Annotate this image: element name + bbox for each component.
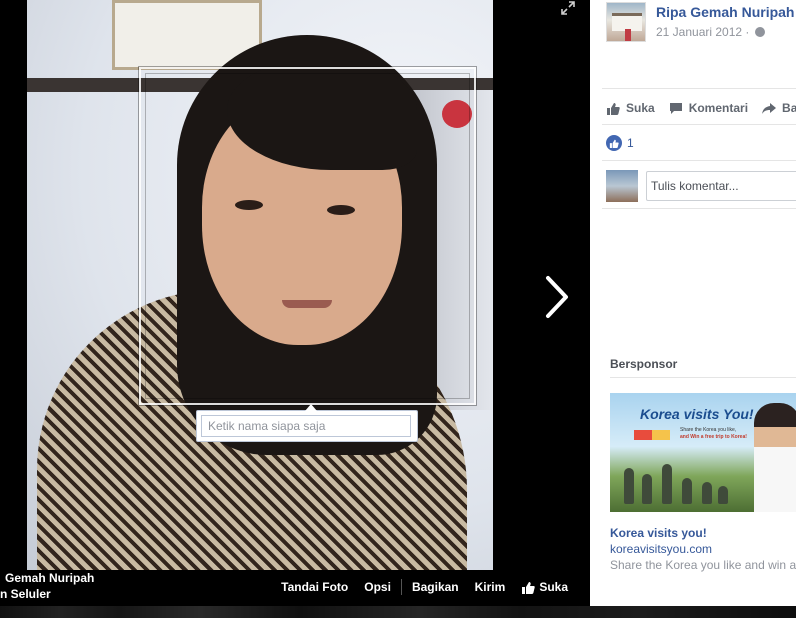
sponsored-heading: Bersponsor	[610, 357, 678, 371]
thumbs-up-icon	[607, 102, 620, 115]
ad-person	[754, 403, 796, 512]
ad-image[interactable]: Korea visits You! Share the Korea you li…	[610, 393, 796, 512]
ad-stone-statue	[662, 464, 672, 504]
share-button[interactable]: Bagikan	[404, 580, 467, 594]
post-date-text[interactable]: 21 Januari 2012 ·	[656, 25, 749, 39]
post-share-label: Ba	[782, 101, 796, 115]
comment-input[interactable]	[646, 171, 796, 201]
viewer-avatar[interactable]	[606, 170, 638, 202]
divider	[610, 377, 796, 378]
photo-stage: Gemah Nuripah n Seluler Tandai Foto Opsi…	[0, 0, 590, 606]
post-comment-label: Komentari	[688, 101, 749, 115]
divider	[602, 124, 796, 125]
like-count: 1	[627, 136, 634, 150]
ad-image-flags	[634, 430, 670, 440]
avatar-figure	[625, 29, 631, 41]
like-summary[interactable]: 1	[606, 135, 634, 151]
like-reaction-icon	[606, 135, 622, 151]
tag-name-input[interactable]	[201, 415, 411, 437]
post-like-button[interactable]: Suka	[606, 101, 655, 115]
globe-icon	[754, 27, 765, 37]
like-button[interactable]: Suka	[513, 580, 576, 594]
face-tag-box[interactable]	[139, 67, 476, 405]
send-button[interactable]: Kirim	[467, 580, 514, 594]
ad-image-line2: and Win a free trip to Korea!	[680, 434, 747, 440]
author-avatar[interactable]	[606, 2, 646, 42]
post-date: 21 Januari 2012 ·	[656, 25, 765, 39]
ad-stone-statue	[624, 468, 634, 504]
divider	[602, 88, 796, 89]
post-action-row: Suka Komentari Ba	[606, 101, 796, 115]
ad-image-headline: Korea visits You!	[640, 406, 754, 422]
next-photo-arrow-icon[interactable]	[540, 272, 574, 322]
tag-popup	[196, 404, 418, 442]
expand-icon[interactable]	[561, 1, 575, 15]
ad-description[interactable]: Share the Korea you like and win a	[610, 558, 796, 572]
photo-actions: Tandai Foto Opsi Bagikan Kirim Suka	[273, 579, 576, 595]
thumbs-up-icon	[522, 581, 536, 594]
ad-title[interactable]: Korea visits you!	[610, 526, 707, 540]
options-button[interactable]: Opsi	[356, 580, 399, 594]
author-name[interactable]: Ripa Gemah Nuripah	[656, 4, 794, 20]
ad-stone-statue	[718, 486, 728, 504]
ad-url[interactable]: koreavisitsyou.com	[610, 542, 712, 556]
post-sidebar: Ripa Gemah Nuripah 21 Januari 2012 · Suk…	[590, 0, 796, 606]
filmstrip[interactable]	[0, 606, 796, 618]
comment-icon	[669, 102, 682, 114]
photo-viewer: Gemah Nuripah n Seluler Tandai Foto Opsi…	[0, 0, 796, 618]
photo-album-name[interactable]: n Seluler	[0, 587, 51, 602]
post-share-button[interactable]: Ba	[762, 101, 796, 115]
divider	[602, 208, 796, 209]
photo-owner-name[interactable]: Gemah Nuripah	[5, 571, 94, 586]
ad-stone-statue	[642, 474, 652, 504]
ad-image-line1: Share the Korea you like,	[680, 427, 737, 433]
ad-stone-statue	[702, 482, 712, 504]
actions-divider	[400, 579, 402, 595]
post-like-label: Suka	[626, 101, 655, 115]
post-comment-button[interactable]: Komentari	[669, 101, 748, 115]
ad-stone-statue	[682, 478, 692, 504]
share-icon	[762, 102, 777, 114]
tag-photo-button[interactable]: Tandai Foto	[273, 580, 356, 594]
divider	[602, 160, 796, 161]
like-button-label: Suka	[539, 580, 568, 594]
